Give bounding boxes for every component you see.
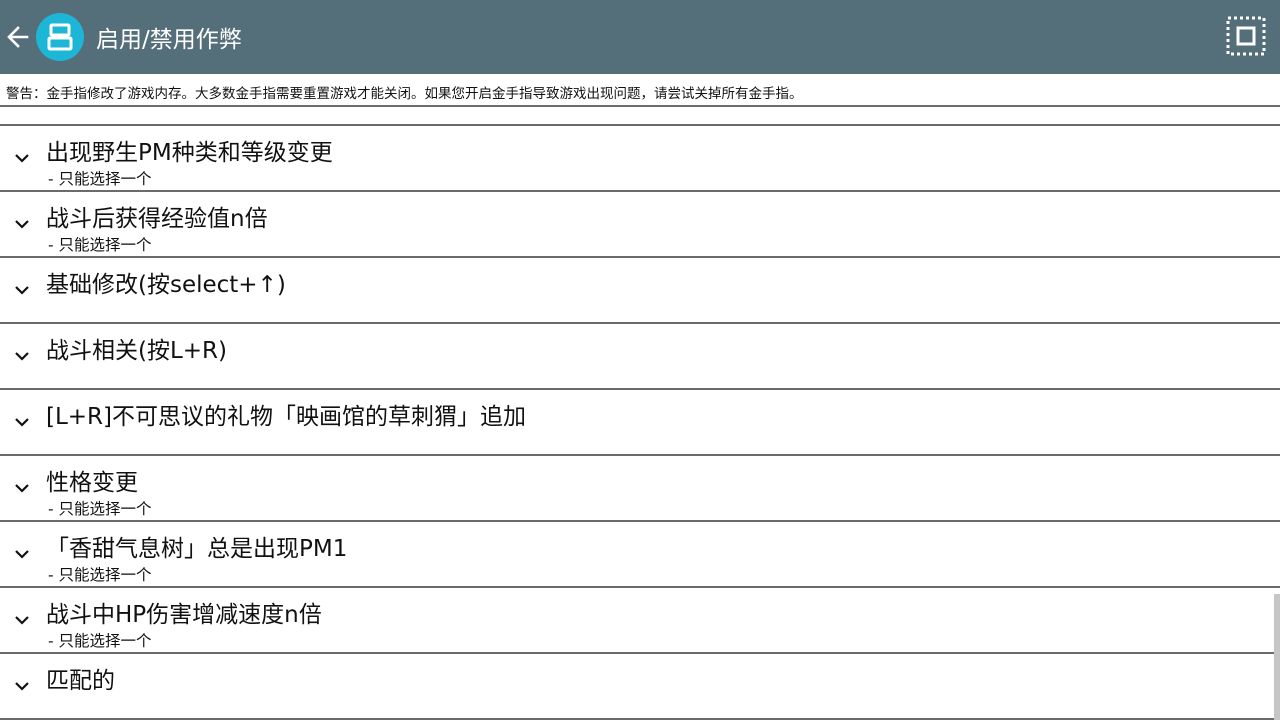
chevron-down-icon [15,286,29,295]
page-title: 启用/禁用作弊 [96,27,242,53]
cheat-group-item[interactable]: 战斗中HP伤害增减速度n倍 - 只能选择一个 [0,588,1280,654]
cheat-group-item[interactable]: 战斗相关(按L+R) [0,324,1280,390]
ds-emulator-logo [47,23,73,51]
cheat-group-title: 「香甜气息树」总是出现PM1 [46,536,348,562]
chevron-down-icon [15,616,29,625]
back-button[interactable] [0,0,36,74]
cheat-group-title: 战斗相关(按L+R) [46,338,228,364]
chevron-down-icon [15,220,29,229]
cheat-group-title: 战斗后获得经验值n倍 [46,206,268,232]
cheat-group-title: 战斗中HP伤害增减速度n倍 [46,602,322,628]
app-logo [36,13,84,61]
select-all-button[interactable] [1224,14,1268,58]
cheat-group-item[interactable]: 性格变更 - 只能选择一个 [0,456,1280,522]
cheat-group-item[interactable]: 战斗后获得经验值n倍 - 只能选择一个 [0,192,1280,258]
cheat-group-item[interactable]: [L+R]不可思议的礼物「映画馆的草刺猬」追加 [0,390,1280,456]
arrow-left-icon [7,26,29,48]
cheat-group-title: [L+R]不可思议的礼物「映画馆的草刺猬」追加 [46,404,527,430]
select-all-icon [1226,16,1266,56]
chevron-down-icon [15,352,29,361]
chevron-down-icon [15,418,29,427]
list-scrollbar[interactable] [1274,594,1280,720]
cheat-group-item[interactable]: 基础修改(按select+↑) [0,258,1280,324]
cheat-group-subtitle: - 只能选择一个 [48,236,152,254]
cheat-group-subtitle: - 只能选择一个 [48,170,152,188]
cheat-group-subtitle: - 只能选择一个 [48,500,152,518]
cheat-group-title: 性格变更 [46,470,138,496]
cheat-group-title: 匹配的 [46,668,115,694]
cheat-group-subtitle: - 只能选择一个 [48,632,152,650]
cheat-group-item[interactable]: 「香甜气息树」总是出现PM1 - 只能选择一个 [0,522,1280,588]
cheat-group-subtitle: - 只能选择一个 [48,566,152,584]
chevron-down-icon [15,154,29,163]
chevron-down-icon [15,484,29,493]
chevron-down-icon [15,682,29,691]
cheat-group-title: 基础修改(按select+↑) [46,272,286,298]
app-toolbar: 启用/禁用作弊 [0,0,1280,74]
cheat-group-item[interactable]: 出现野生PM种类和等级变更 - 只能选择一个 [0,126,1280,192]
chevron-down-icon [15,550,29,559]
cheat-group-title: 出现野生PM种类和等级变更 [46,140,333,166]
cheat-list: 出现野生PM种类和等级变更 - 只能选择一个 战斗后获得经验值n倍 - 只能选择… [0,124,1280,720]
cheat-group-item[interactable]: 匹配的 [0,654,1280,720]
warning-banner: 警告：金手指修改了游戏内存。大多数金手指需要重置游戏才能关闭。如果您开启金手指导… [0,74,1280,107]
